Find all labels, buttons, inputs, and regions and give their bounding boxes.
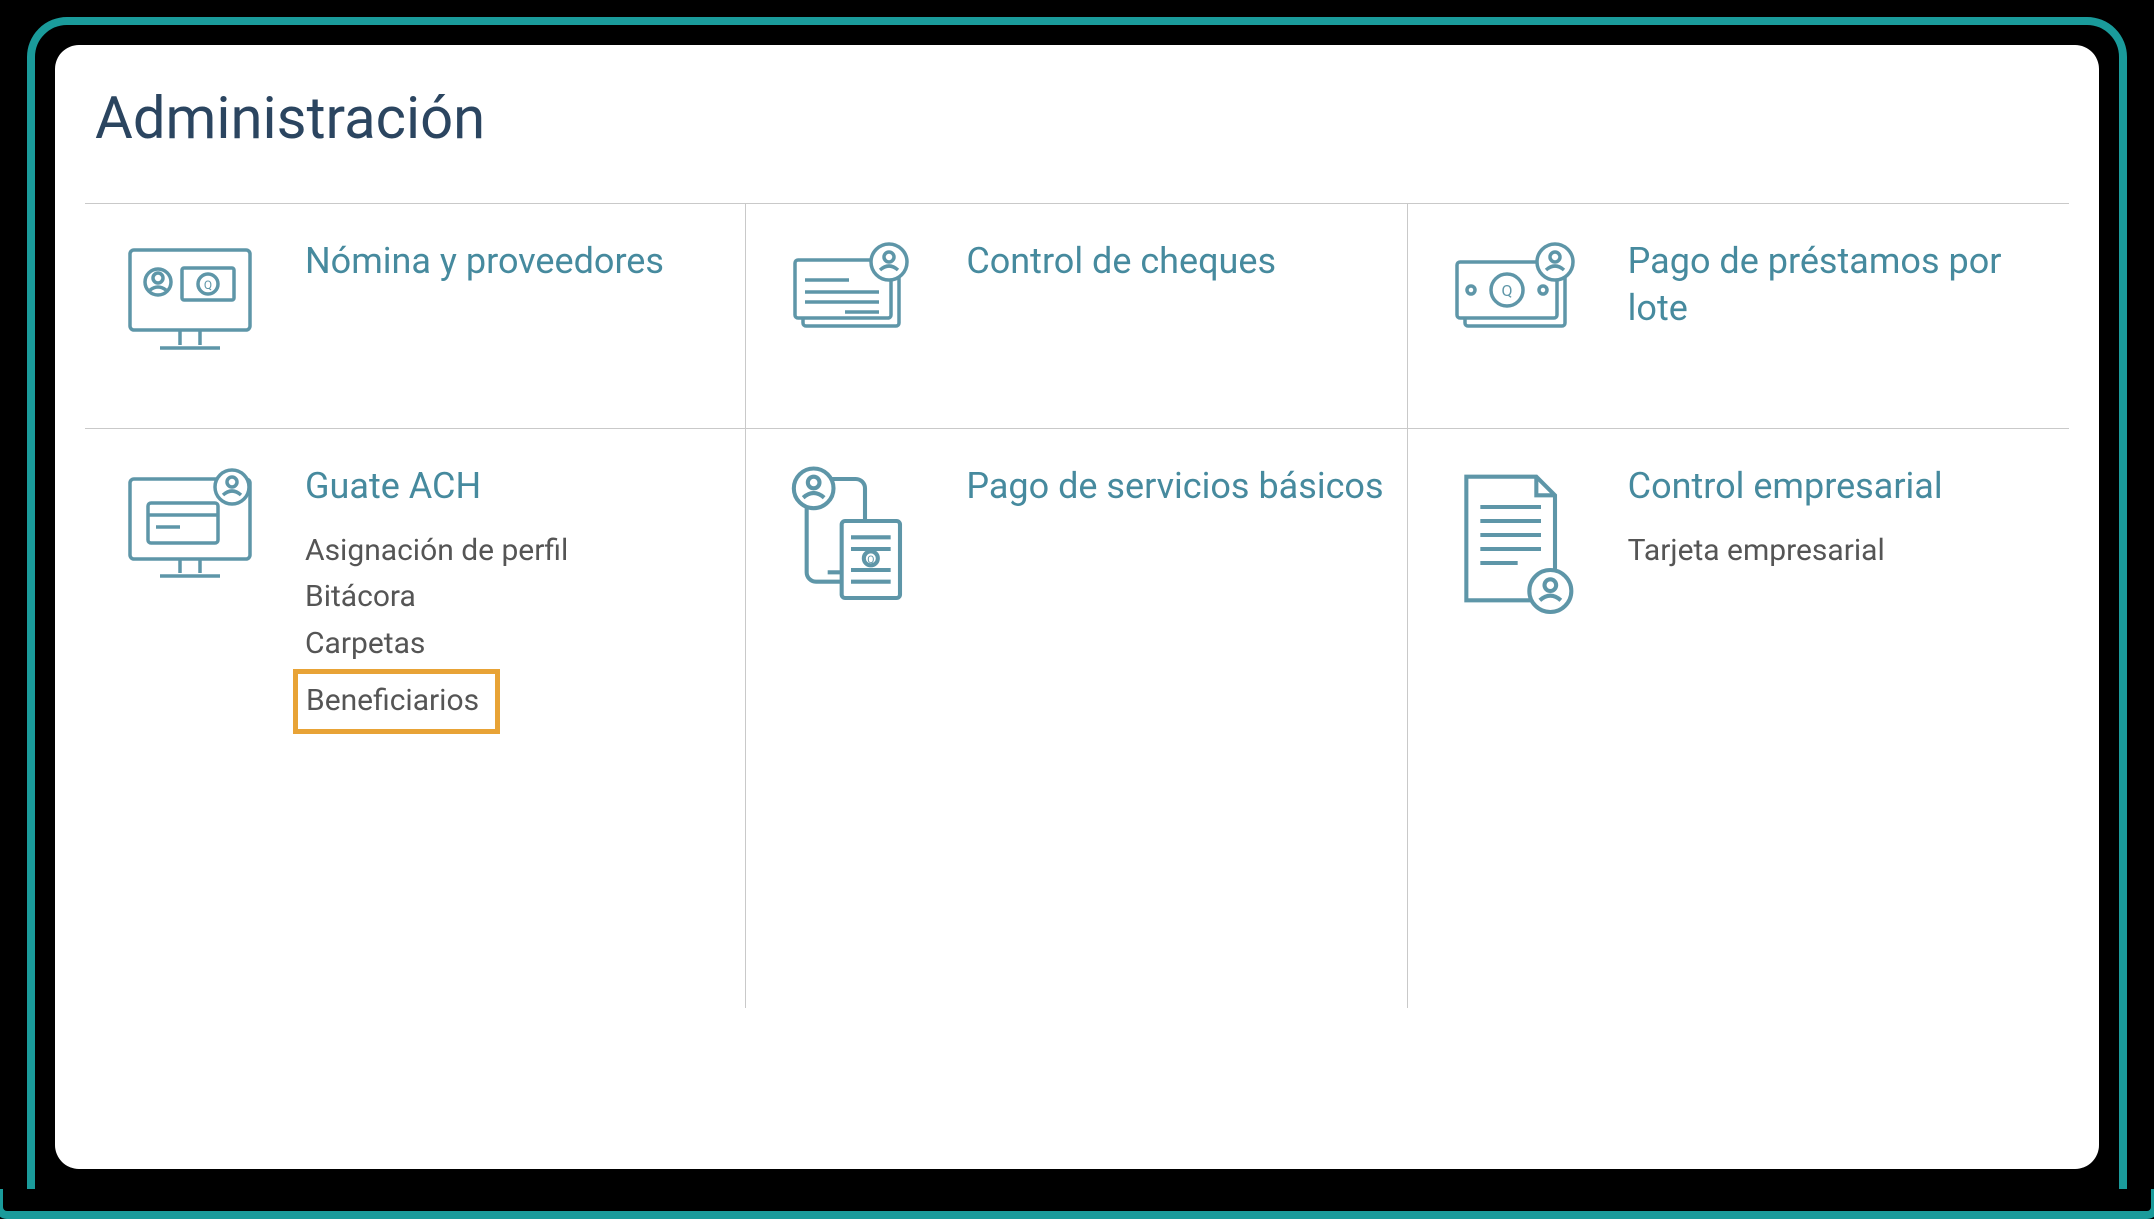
card-title: Control de cheques <box>966 238 1386 285</box>
monitor-payroll-icon: Q <box>105 234 275 360</box>
card-guate-ach[interactable]: Guate ACH Asignación de perfil Bitácora … <box>85 428 746 1008</box>
svg-text:Q: Q <box>204 278 212 292</box>
card-title: Pago de servicios básicos <box>966 463 1386 510</box>
mobile-doc-user-icon: Q <box>766 459 936 617</box>
subitem-bitacora[interactable]: Bitácora <box>305 574 725 621</box>
svg-text:Q: Q <box>1501 281 1512 300</box>
card-title: Control empresarial <box>1628 463 2049 510</box>
check-user-icon <box>766 234 936 340</box>
admin-grid: Q Nómina y proveedores <box>85 203 2069 1008</box>
screen-content: Administración Q <box>55 45 2099 1169</box>
card-control-empresarial[interactable]: Control empresarial Tarjeta empresarial <box>1408 428 2069 1008</box>
card-pago-servicios[interactable]: Q Pago de servicios básicos <box>746 428 1407 1008</box>
laptop-frame: Administración Q <box>27 17 2127 1197</box>
monitor-card-user-icon <box>105 459 275 585</box>
svg-text:Q: Q <box>868 553 875 566</box>
subitem-asignacion-perfil[interactable]: Asignación de perfil <box>305 528 725 575</box>
card-pago-prestamos[interactable]: Q Pago de préstamos por lote <box>1408 203 2069 428</box>
card-title: Nómina y proveedores <box>305 238 725 285</box>
card-control-cheques[interactable]: Control de cheques <box>746 203 1407 428</box>
page-title: Administración <box>85 85 2069 153</box>
document-user-icon <box>1428 459 1598 617</box>
subitem-tarjeta-empresarial[interactable]: Tarjeta empresarial <box>1628 528 2049 575</box>
money-user-icon: Q <box>1428 234 1598 340</box>
card-title: Pago de préstamos por lote <box>1628 238 2049 332</box>
card-nomina-proveedores[interactable]: Q Nómina y proveedores <box>85 203 746 428</box>
card-title: Guate ACH <box>305 463 725 510</box>
laptop-base <box>0 1189 2154 1219</box>
subitem-carpetas[interactable]: Carpetas <box>305 621 725 668</box>
subitem-beneficiarios[interactable]: Beneficiarios <box>293 669 500 734</box>
